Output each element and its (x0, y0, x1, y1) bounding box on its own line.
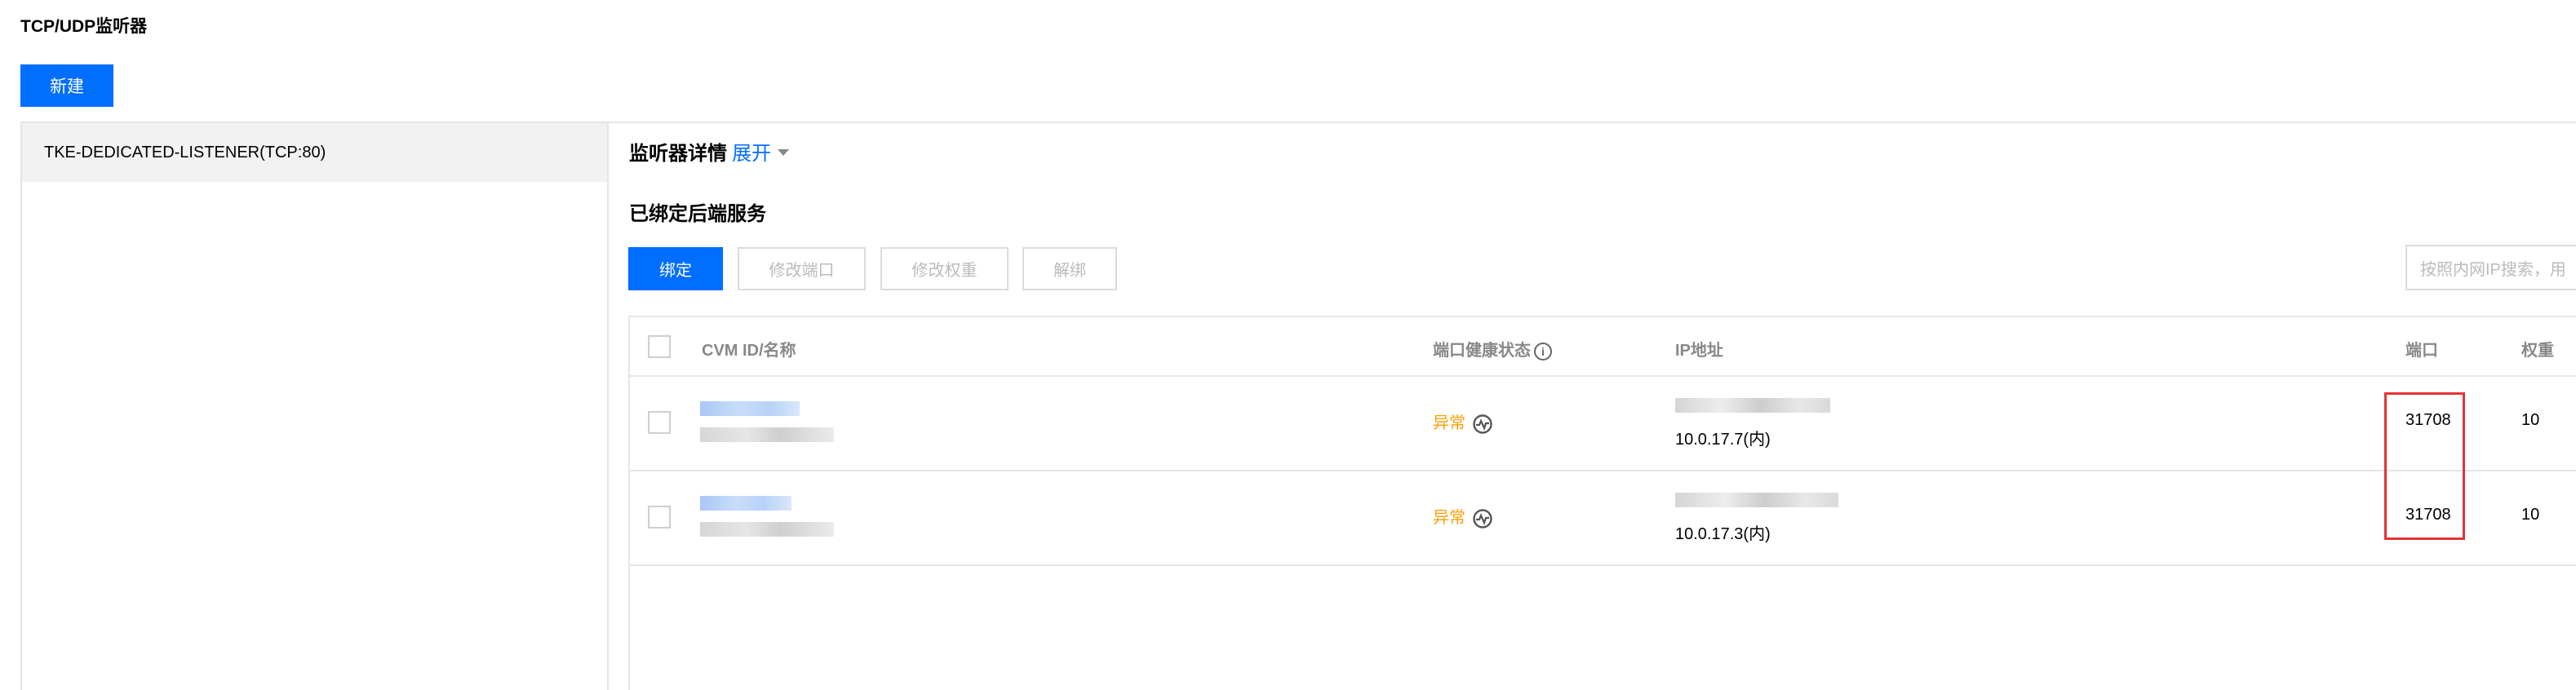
listener-detail-header: 监听器详情 展开 (629, 137, 789, 166)
header-port: 端口 (2405, 342, 2438, 360)
cvm-name (700, 427, 834, 442)
public-ip (1675, 493, 1838, 507)
header-weight: 权重 (2521, 342, 2554, 360)
private-ip: 10.0.17.3(内) (1675, 525, 1771, 543)
bound-services-title: 已绑定后端服务 (629, 203, 766, 225)
weight-value: 10 (2521, 506, 2540, 524)
backend-services-table: CVM ID/名称 端口健康状态 i IP地址 端口 权重 异常 10.0.17.… (628, 316, 2576, 690)
modify-weight-button[interactable]: 修改权重 (880, 247, 1009, 290)
header-health-label: 端口健康状态 (1433, 342, 1531, 360)
health-status-text: 异常 (1433, 414, 1465, 432)
expand-link[interactable]: 展开 (732, 137, 789, 166)
page-title: TCP/UDP监听器 (20, 17, 148, 36)
row-checkbox[interactable] (648, 411, 671, 434)
health-status: 异常 (1433, 409, 1493, 435)
unbind-button[interactable]: 解绑 (1022, 247, 1117, 290)
table-row: 异常 10.0.17.3(内) 31708 10 (630, 471, 2576, 566)
table-row: 异常 10.0.17.7(内) 31708 10 (630, 377, 2576, 471)
listener-item[interactable]: TKE-DEDICATED-LISTENER(TCP:80) (22, 123, 607, 182)
cvm-id-link[interactable] (700, 496, 791, 511)
search-input[interactable]: 按照内网IP搜索，用 (2405, 245, 2576, 290)
select-all-checkbox[interactable] (648, 335, 671, 358)
port-highlight-box (2384, 392, 2465, 540)
bind-button[interactable]: 绑定 (628, 247, 723, 290)
row-checkbox[interactable] (648, 506, 671, 529)
caret-down-icon (778, 149, 789, 156)
modify-port-button[interactable]: 修改端口 (738, 247, 866, 290)
health-check-icon[interactable] (1472, 508, 1493, 529)
header-health: 端口健康状态 i (1433, 337, 1552, 360)
public-ip (1675, 398, 1830, 413)
cvm-id-link[interactable] (700, 401, 800, 416)
listener-detail-title: 监听器详情 (629, 143, 727, 165)
private-ip: 10.0.17.7(内) (1675, 431, 1771, 449)
table-header: CVM ID/名称 端口健康状态 i IP地址 端口 权重 (630, 317, 2576, 377)
header-cvm: CVM ID/名称 (702, 342, 796, 360)
info-icon[interactable]: i (1534, 342, 1552, 360)
health-check-icon[interactable] (1472, 414, 1493, 435)
header-ip: IP地址 (1675, 342, 1723, 360)
expand-label: 展开 (732, 143, 771, 165)
health-status: 异常 (1433, 504, 1493, 529)
cvm-name (700, 522, 834, 537)
listener-list: TKE-DEDICATED-LISTENER(TCP:80) (20, 122, 609, 690)
health-status-text: 异常 (1433, 509, 1465, 527)
weight-value: 10 (2521, 411, 2540, 429)
search-placeholder: 按照内网IP搜索，用 (2420, 260, 2566, 279)
new-button[interactable]: 新建 (20, 64, 113, 107)
